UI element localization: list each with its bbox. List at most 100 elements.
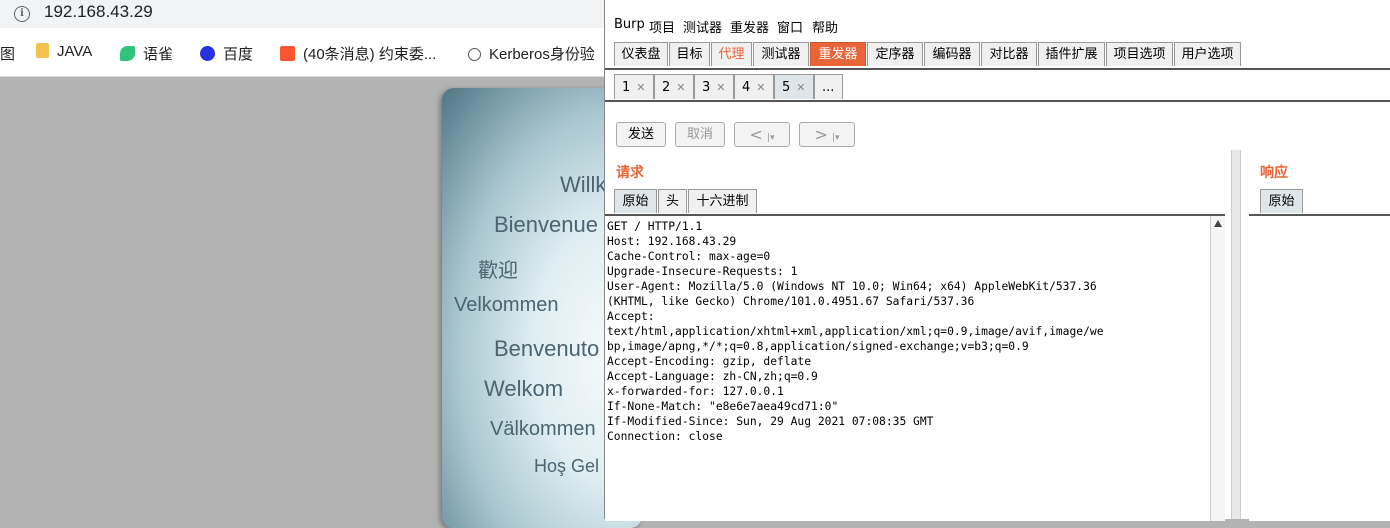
request-line[interactable]: User-Agent: Mozilla/5.0 (Windows NT 10.0… — [607, 279, 1104, 294]
request-line[interactable]: Accept-Language: zh-CN,zh;q=0.9 — [607, 369, 1104, 384]
close-icon[interactable]: ✕ — [796, 81, 805, 94]
tab-intruder[interactable]: 测试器 — [753, 42, 809, 66]
greeting-text: 歡迎 — [478, 260, 518, 282]
tab-raw[interactable]: 原始 — [1260, 189, 1303, 213]
back-arrow-icon: < — [749, 125, 763, 144]
scroll-up-icon[interactable] — [1214, 220, 1222, 227]
folder-icon — [36, 43, 49, 58]
close-icon[interactable]: ✕ — [676, 81, 685, 94]
bookmark-label: 语雀 — [143, 46, 174, 63]
request-line[interactable]: GET / HTTP/1.1 — [607, 219, 1104, 234]
request-line[interactable]: If-None-Match: "e8e6e7aea49cd71:0" — [607, 399, 1104, 414]
kerberos-icon — [468, 48, 481, 61]
bookmark-label: Kerberos身份验 — [489, 46, 595, 63]
bookmark-label: 百度 — [223, 46, 254, 63]
burp-window: Burp 项目 测试器 重发器 窗口 帮助 仪表盘 目标 代理 测试器 重发器 … — [604, 0, 1390, 521]
repeater-tab[interactable]: 3 ✕ — [694, 74, 734, 99]
tab-project-options[interactable]: 项目选项 — [1106, 42, 1173, 66]
forward-button[interactable]: > |▾ — [799, 122, 855, 147]
request-line[interactable]: x-forwarded-for: 127.0.0.1 — [607, 384, 1104, 399]
menu-help[interactable]: 帮助 — [812, 17, 838, 36]
repeater-tabs: 1 ✕ 2 ✕ 3 ✕ 4 ✕ 5 ✕ ... — [605, 72, 1390, 102]
bookmark-item[interactable]: 百度 — [200, 43, 253, 64]
close-icon[interactable]: ✕ — [756, 81, 765, 94]
request-text[interactable]: GET / HTTP/1.1 Host: 192.168.43.29 Cache-C… — [607, 219, 1104, 444]
bookmark-item[interactable]: 语雀 — [120, 43, 173, 64]
close-icon[interactable]: ✕ — [716, 81, 725, 94]
tab-sequencer[interactable]: 定序器 — [867, 42, 923, 66]
send-button[interactable]: 发送 — [616, 122, 666, 147]
bookmarks-bar: 图 JAVA 语雀 百度 (40条消息) 约束委... Kerberos身份验 — [0, 28, 604, 77]
response-title: 响应 — [1260, 165, 1288, 181]
greeting-text: Hoş Gel — [534, 456, 600, 476]
repeater-tab-label: 4 — [742, 80, 751, 95]
forward-arrow-icon: > — [814, 125, 828, 144]
close-icon[interactable]: ✕ — [636, 81, 645, 94]
repeater-tab-label: 3 — [702, 80, 711, 95]
greeting-text: Benvenuto — [494, 336, 600, 361]
request-line[interactable]: (KHTML, like Gecko) Chrome/101.0.4951.67… — [607, 294, 1104, 309]
dropdown-icon: |▾ — [831, 133, 840, 143]
cancel-button[interactable]: 取消 — [675, 122, 725, 147]
site-info-icon[interactable]: i — [14, 6, 30, 22]
request-line[interactable]: Connection: close — [607, 429, 1104, 444]
bookmark-item[interactable]: Kerberos身份验 — [468, 43, 595, 64]
request-line[interactable]: Cache-Control: max-age=0 — [607, 249, 1104, 264]
repeater-tab-label: 5 — [782, 80, 791, 95]
repeater-tab-label: 1 — [622, 80, 631, 95]
menu-window[interactable]: 窗口 — [777, 17, 803, 36]
csdn-icon — [280, 46, 295, 61]
tab-comparer[interactable]: 对比器 — [981, 42, 1037, 66]
menu-burp[interactable]: Burp — [614, 17, 645, 32]
tab-raw[interactable]: 原始 — [614, 189, 657, 213]
request-line[interactable]: Accept-Encoding: gzip, deflate — [607, 354, 1104, 369]
repeater-tab[interactable]: 2 ✕ — [654, 74, 694, 99]
request-editor[interactable]: GET / HTTP/1.1 Host: 192.168.43.29 Cache-C… — [605, 214, 1225, 521]
repeater-tab[interactable]: 4 ✕ — [734, 74, 774, 99]
menu-repeater[interactable]: 重发器 — [730, 17, 769, 36]
url-text[interactable]: 192.168.43.29 — [44, 2, 153, 22]
tab-repeater[interactable]: 重发器 — [810, 42, 866, 66]
title-bar — [605, 0, 1390, 10]
greeting-text: Bienvenue — [494, 212, 598, 237]
tab-proxy[interactable]: 代理 — [711, 42, 752, 66]
greeting-text: Welkom — [484, 376, 564, 401]
tab-user-options[interactable]: 用户选项 — [1174, 42, 1241, 66]
vertical-scrollbar[interactable] — [1210, 216, 1225, 521]
request-line[interactable]: Upgrade-Insecure-Requests: 1 — [607, 264, 1104, 279]
greeting-text: Willk — [560, 172, 607, 197]
request-line[interactable]: text/html,application/xhtml+xml,applicat… — [607, 324, 1104, 339]
request-title: 请求 — [616, 165, 644, 181]
tab-dashboard[interactable]: 仪表盘 — [614, 42, 668, 66]
menu-bar: Burp 项目 测试器 重发器 窗口 帮助 — [605, 12, 1390, 38]
baidu-icon — [200, 46, 215, 61]
bookmark-label: JAVA — [57, 43, 93, 60]
tab-decoder[interactable]: 编码器 — [924, 42, 980, 66]
yuque-icon — [120, 46, 135, 61]
repeater-tab-active[interactable]: 5 ✕ — [774, 74, 814, 99]
main-tabs: 仪表盘 目标 代理 测试器 重发器 定序器 编码器 对比器 插件扩展 项目选项 … — [605, 40, 1390, 70]
greeting-text: Velkommen — [454, 294, 559, 316]
request-line[interactable]: Host: 192.168.43.29 — [607, 234, 1104, 249]
request-line[interactable]: If-Modified-Since: Sun, 29 Aug 2021 07:0… — [607, 414, 1104, 429]
tab-hex[interactable]: 十六进制 — [688, 189, 757, 213]
repeater-tab-label: ... — [822, 80, 835, 95]
tab-extender[interactable]: 插件扩展 — [1038, 42, 1105, 66]
repeater-tab-label: 2 — [662, 80, 671, 95]
request-line[interactable]: Accept: — [607, 309, 1104, 324]
browser-url-bar[interactable]: i 192.168.43.29 — [0, 0, 604, 28]
tab-headers[interactable]: 头 — [658, 189, 687, 213]
greeting-text: Välkommen — [490, 418, 596, 440]
bookmark-item[interactable]: (40条消息) 约束委... — [280, 43, 436, 64]
bookmark-item[interactable]: JAVA — [36, 43, 92, 60]
repeater-tab[interactable]: 1 ✕ — [614, 74, 654, 99]
response-editor[interactable] — [1249, 214, 1390, 521]
request-line[interactable]: bp,image/apng,*/*;q=0.8,application/sign… — [607, 339, 1104, 354]
split-divider[interactable] — [1231, 150, 1241, 519]
menu-intruder[interactable]: 测试器 — [683, 17, 722, 36]
repeater-tab-more[interactable]: ... — [814, 74, 843, 99]
tab-target[interactable]: 目标 — [669, 42, 710, 66]
menu-project[interactable]: 项目 — [649, 17, 675, 36]
back-button[interactable]: < |▾ — [734, 122, 790, 147]
bookmark-item[interactable]: 图 — [0, 43, 15, 64]
